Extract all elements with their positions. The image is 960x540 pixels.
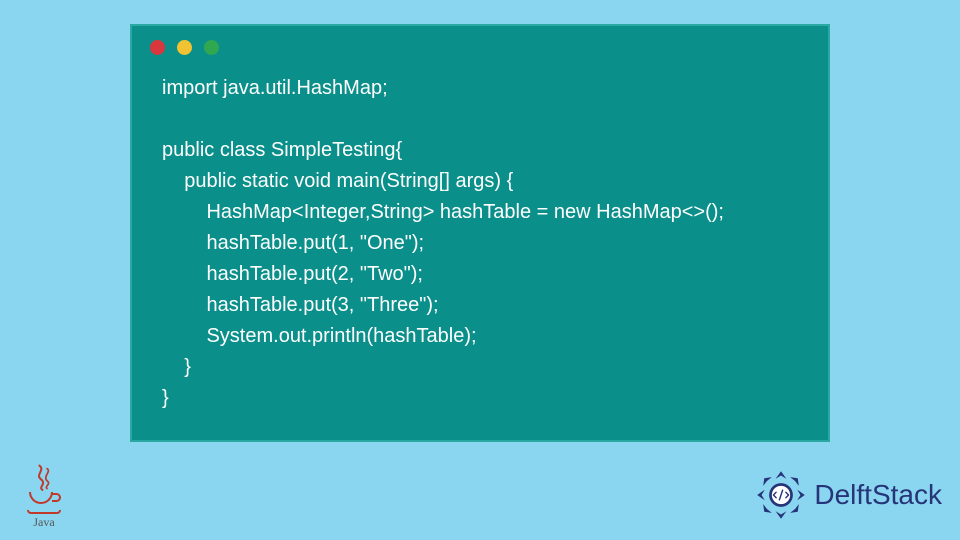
delftstack-brand: DelftStack <box>754 468 942 522</box>
close-icon <box>150 40 165 55</box>
code-window: import java.util.HashMap; public class S… <box>130 24 830 442</box>
maximize-icon <box>204 40 219 55</box>
window-controls <box>132 26 828 61</box>
code-block: import java.util.HashMap; public class S… <box>132 61 828 434</box>
java-label: Java <box>33 515 54 530</box>
delftstack-logo-icon <box>754 468 808 522</box>
java-logo: Java <box>18 464 70 530</box>
java-saucer-icon <box>27 510 61 514</box>
java-steam-icon <box>27 464 61 492</box>
java-cup-icon <box>27 494 61 509</box>
delftstack-label: DelftStack <box>814 479 942 511</box>
minimize-icon <box>177 40 192 55</box>
